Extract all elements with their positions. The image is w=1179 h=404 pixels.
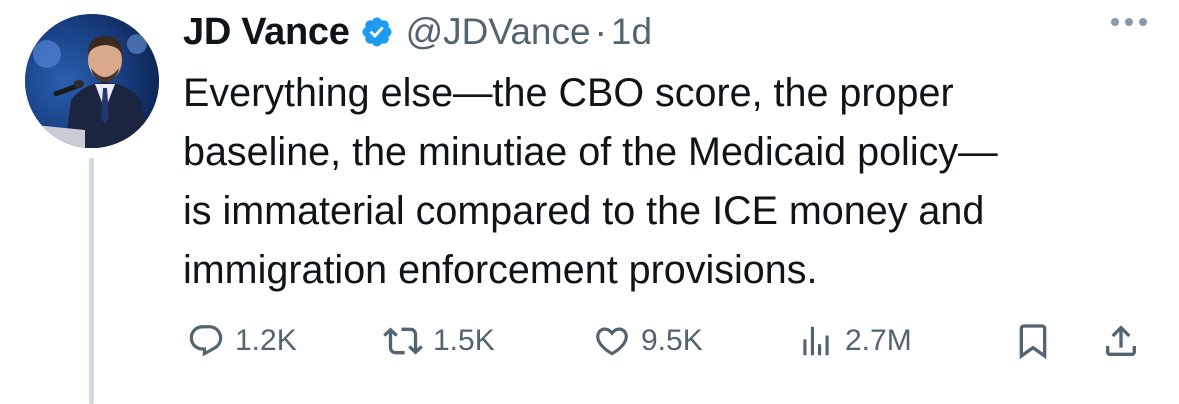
views-button[interactable]: 2.7M xyxy=(797,316,912,366)
reply-button[interactable]: 1.2K xyxy=(187,316,297,366)
reply-icon xyxy=(189,325,223,357)
action-bar: 1.2K 1.5K 9.5K 2.7M xyxy=(183,316,1148,366)
tweet-text-line: Everything else—the CBO score, the prope… xyxy=(183,71,954,115)
tweet-text-line: immigration enforcement provisions. xyxy=(183,248,818,292)
views-count: 2.7M xyxy=(845,324,912,357)
like-button[interactable]: 9.5K xyxy=(593,316,703,366)
share-icon xyxy=(1106,325,1136,356)
tweet-header: JD Vance @JDVance · 1d xyxy=(183,6,652,58)
retweet-icon xyxy=(383,327,423,355)
thread-line xyxy=(89,158,94,404)
bookmark-button[interactable] xyxy=(1013,316,1053,366)
tweet-text-line: is immaterial compared to the ICE money … xyxy=(183,189,985,233)
retweet-button[interactable]: 1.5K xyxy=(383,316,495,366)
bookmark-icon xyxy=(1019,324,1047,360)
tweet-text: Everything else—the CBO score, the prope… xyxy=(183,64,1143,300)
handle[interactable]: @JDVance xyxy=(406,11,591,53)
more-options-icon[interactable] xyxy=(1111,18,1147,26)
like-count: 9.5K xyxy=(641,324,703,357)
reply-count: 1.2K xyxy=(235,324,297,357)
avatar[interactable] xyxy=(25,14,159,148)
tweet-text-line: baseline, the minutiae of the Medicaid p… xyxy=(183,130,998,174)
timestamp[interactable]: 1d xyxy=(611,11,652,53)
views-icon xyxy=(803,326,829,356)
share-button[interactable] xyxy=(1101,316,1141,366)
avatar-image xyxy=(25,14,159,148)
separator-dot: · xyxy=(594,11,607,52)
retweet-count: 1.5K xyxy=(433,324,495,357)
verified-badge-icon xyxy=(360,15,394,49)
tweet[interactable]: JD Vance @JDVance · 1d Everything else—t… xyxy=(0,0,1179,404)
display-name[interactable]: JD Vance xyxy=(183,11,350,54)
heart-icon xyxy=(596,327,628,356)
